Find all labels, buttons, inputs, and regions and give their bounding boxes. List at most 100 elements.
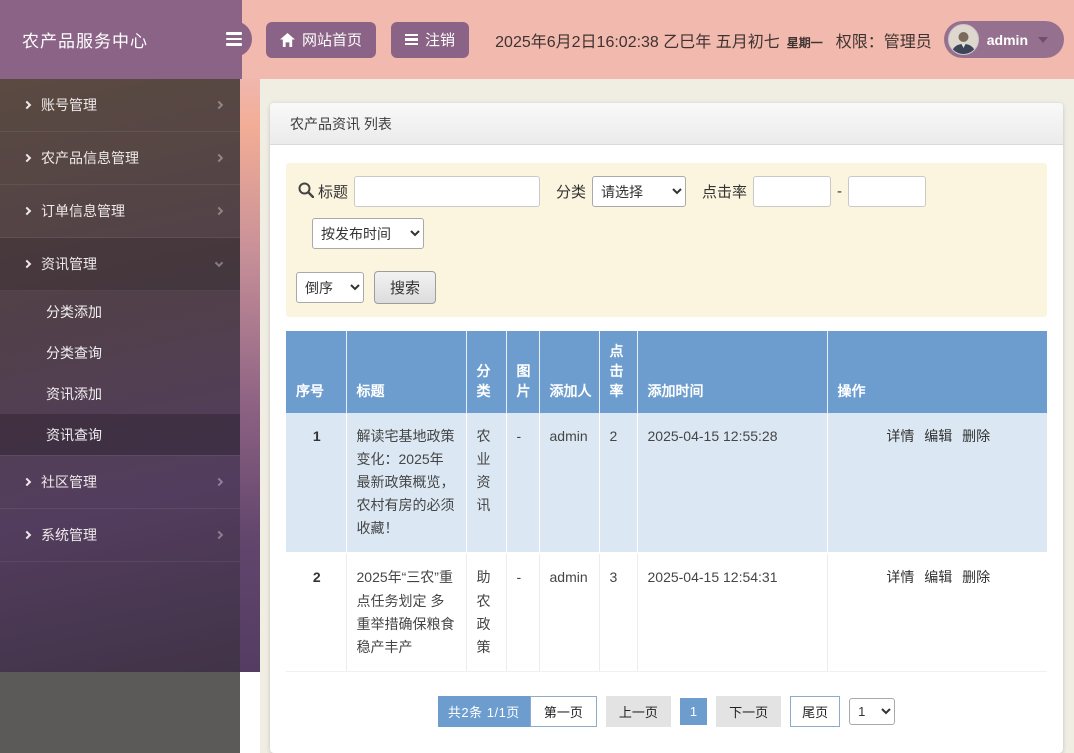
sidebar-item-orders[interactable]: 订单信息管理 — [0, 185, 240, 238]
page-number-select[interactable]: 1 — [849, 697, 896, 725]
app-window: 网站首页 注销 2025年6月2日16:02:38 乙巳年 五月初七 星期一 权… — [0, 0, 1074, 753]
cell-seq: 2 — [286, 553, 347, 672]
category-filter-label: 分类 — [556, 184, 587, 201]
logout-label: 注销 — [425, 32, 456, 49]
category-select[interactable]: 请选择 — [592, 176, 687, 207]
cell-category: 助农政策 — [466, 553, 507, 672]
table-row: 1 解读宅基地政策变化：2025年最新政策概览，农村有房的必须收藏！ 农业资讯 … — [286, 413, 1047, 555]
edit-link[interactable]: 编辑 — [924, 569, 952, 585]
sidebar-submenu-news: 分类添加 分类查询 资讯添加 资讯查询 — [0, 291, 240, 456]
app-title: 农产品服务中心 — [22, 32, 148, 51]
col-header-category: 分类 — [466, 331, 507, 413]
title-filter-label: 标题 — [318, 184, 349, 201]
pagination-summary: 共2条 1/1页 — [437, 695, 530, 727]
sidebar-item-system[interactable]: 系统管理 — [0, 509, 240, 562]
cell-actions: 详情 编辑 删除 — [827, 413, 1047, 555]
next-page-button[interactable]: 下一页 — [716, 695, 782, 727]
sidebar-item-accounts[interactable]: 账号管理 — [0, 79, 240, 132]
home-icon — [280, 32, 295, 47]
edit-link[interactable]: 编辑 — [924, 428, 952, 444]
chevron-right-icon — [22, 259, 32, 269]
delete-link[interactable]: 删除 — [962, 428, 990, 444]
logout-button[interactable]: 注销 — [391, 21, 470, 58]
cell-category: 农业资讯 — [466, 413, 507, 555]
title-filter-input[interactable] — [354, 176, 541, 207]
username-label: admin — [986, 31, 1028, 48]
sidebar-item-news[interactable]: 资讯管理 — [0, 238, 240, 291]
cell-time: 2025-04-15 12:55:28 — [637, 413, 828, 555]
app-logo: 农产品服务中心 — [0, 0, 242, 79]
col-header-title: 标题 — [346, 331, 467, 413]
sidebar-item-products[interactable]: 农产品信息管理 — [0, 132, 240, 185]
cell-image: - — [506, 553, 540, 672]
chevron-right-icon — [22, 153, 32, 163]
cell-addedby: admin — [539, 553, 600, 672]
sidebar-footer-block — [0, 672, 240, 753]
pagination: 共2条 1/1页 第一页 上一页 1 下一页 尾页 1 — [286, 695, 1047, 727]
sidebar-item-community[interactable]: 社区管理 — [0, 456, 240, 509]
chevron-right-icon — [214, 477, 224, 487]
site-home-label: 网站首页 — [302, 32, 363, 49]
panel-title: 农产品资讯 列表 — [290, 115, 392, 132]
content-panel: 农产品资讯 列表 标题 分类 请选择 点击率 - 按发布时间 倒序 搜索 序号 … — [270, 103, 1063, 753]
prev-page-button[interactable]: 上一页 — [605, 695, 671, 727]
clicks-max-input[interactable] — [848, 176, 927, 207]
chevron-right-icon — [22, 100, 32, 110]
cell-clicks: 3 — [599, 553, 638, 672]
last-page-button[interactable]: 尾页 — [790, 695, 841, 727]
col-header-image: 图片 — [506, 331, 540, 413]
filter-bar: 标题 分类 请选择 点击率 - 按发布时间 倒序 搜索 — [286, 163, 1047, 317]
delete-link[interactable]: 删除 — [962, 569, 990, 585]
panel-header: 农产品资讯 列表 — [270, 103, 1063, 145]
sort-field-select[interactable]: 按发布时间 — [312, 218, 424, 249]
user-menu[interactable]: admin — [943, 21, 1064, 58]
chevron-right-icon — [214, 530, 224, 540]
cell-title: 解读宅基地政策变化：2025年最新政策概览，农村有房的必须收藏！ — [346, 413, 467, 555]
cell-title: 2025年“三农”重点任务划定 多重举措确保粮食稳产丰产 — [346, 553, 467, 672]
chevron-right-icon — [22, 477, 32, 487]
datetime-text: 2025年6月2日16:02:38 乙巳年 五月初七 — [495, 33, 780, 51]
table-header-row: 序号 标题 分类 图片 添加人 点击率 添加时间 操作 — [286, 331, 1047, 413]
news-table: 序号 标题 分类 图片 添加人 点击率 添加时间 操作 1 解读宅基地政策变化：… — [286, 331, 1047, 672]
clicks-filter-label: 点击率 — [702, 184, 748, 201]
cell-time: 2025-04-15 12:54:31 — [637, 553, 828, 672]
cell-addedby: admin — [539, 413, 600, 555]
search-icon — [298, 182, 315, 202]
cell-image: - — [506, 413, 540, 555]
detail-link[interactable]: 详情 — [886, 569, 914, 585]
sidebar-edge-bottom — [240, 672, 260, 753]
first-page-button[interactable]: 第一页 — [529, 695, 597, 727]
chevron-right-icon — [214, 206, 224, 216]
sidebar-toggle-button[interactable] — [216, 21, 252, 57]
chevron-right-icon — [214, 153, 224, 163]
sidebar-edge-gradient — [240, 79, 260, 672]
hamburger-icon — [226, 32, 242, 35]
col-header-seq: 序号 — [286, 331, 347, 413]
weekday-text: 星期一 — [786, 35, 823, 50]
chevron-right-icon — [22, 530, 32, 540]
search-button[interactable]: 搜索 — [374, 271, 437, 304]
caret-down-icon — [1038, 36, 1048, 43]
permission-text: 权限：管理员 — [835, 33, 932, 51]
col-header-addedby: 添加人 — [539, 331, 600, 413]
site-home-button[interactable]: 网站首页 — [266, 21, 377, 58]
sort-order-select[interactable]: 倒序 — [296, 272, 364, 303]
col-header-actions: 操作 — [827, 331, 1047, 413]
user-avatar — [947, 24, 979, 55]
sidebar-item-category-query[interactable]: 分类查询 — [0, 332, 240, 373]
sidebar-item-category-add[interactable]: 分类添加 — [0, 291, 240, 332]
col-header-time: 添加时间 — [637, 331, 828, 413]
table-row: 2 2025年“三农”重点任务划定 多重举措确保粮食稳产丰产 助农政策 - ad… — [286, 553, 1047, 672]
clicks-min-input[interactable] — [753, 176, 832, 207]
chevron-right-icon — [22, 206, 32, 216]
datetime-display: 2025年6月2日16:02:38 乙巳年 五月初七 星期一 权限：管理员 — [495, 28, 932, 52]
col-header-clicks: 点击率 — [599, 331, 638, 413]
cell-actions: 详情 编辑 删除 — [827, 553, 1047, 672]
cell-seq: 1 — [286, 413, 347, 555]
detail-link[interactable]: 详情 — [886, 428, 914, 444]
sidebar-item-news-query[interactable]: 资讯查询 — [0, 414, 240, 455]
range-separator: - — [837, 183, 843, 200]
sidebar-item-news-add[interactable]: 资讯添加 — [0, 373, 240, 414]
current-page-button[interactable]: 1 — [679, 697, 708, 725]
sidebar-nav: 账号管理 农产品信息管理 订单信息管理 资讯管理 分类添加 分类查询 资讯添加 … — [0, 79, 240, 672]
